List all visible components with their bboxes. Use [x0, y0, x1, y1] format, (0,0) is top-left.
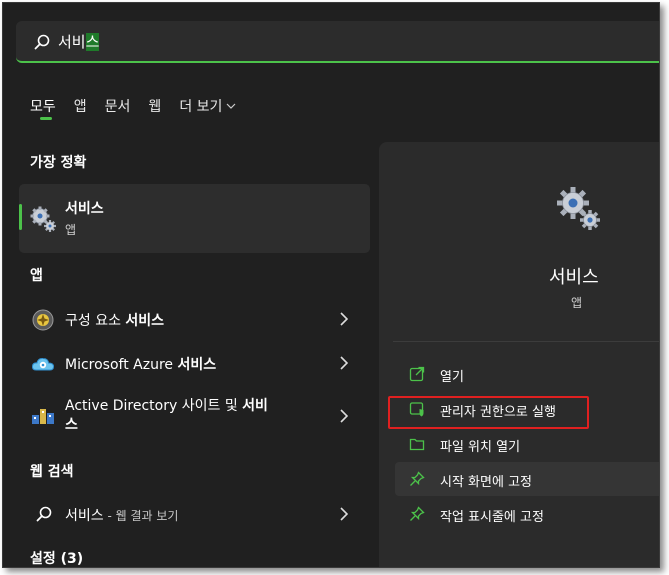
best-match-subtitle: 앱 [65, 223, 77, 237]
search-selected-text: 스 [85, 33, 100, 51]
folder-icon [409, 438, 425, 451]
chevron-down-icon [226, 103, 236, 109]
detail-panel: 서비스 앱 열기 관리자 권한으로 실행 파일 위치 열기 시작 화면에 고정 … [379, 142, 659, 567]
action-open[interactable]: 열기 [395, 357, 659, 391]
settings-header: 설정 (3) [30, 551, 84, 567]
detail-app-name: 서비스 [549, 267, 599, 288]
app-item-label: 구성 요소 서비스 [65, 313, 165, 329]
app-item-azure-services[interactable]: Microsoft Azure 서비스 [19, 343, 370, 383]
divider [393, 341, 659, 342]
pin-icon [410, 471, 425, 486]
pin-icon [410, 506, 425, 521]
search-icon [34, 34, 50, 50]
app-item-label: Microsoft Azure 서비스 [65, 357, 217, 373]
search-icon [36, 506, 52, 522]
start-search-window: 서비스 모두 앱 문서 웹 더 보기 가장 정확 서비스 앱 앱 구성 요소 서… [2, 2, 660, 568]
selection-indicator [19, 204, 22, 230]
tab-web[interactable]: 웹 [148, 91, 161, 121]
best-match-header: 가장 정확 [30, 155, 87, 171]
action-open-file-location[interactable]: 파일 위치 열기 [395, 427, 659, 461]
search-box[interactable]: 서비스 [16, 21, 659, 63]
tab-apps[interactable]: 앱 [74, 91, 87, 121]
web-search-item[interactable]: 서비스 - 웹 결과 보기 [19, 494, 370, 534]
best-match-title: 서비스 [65, 201, 104, 217]
azure-cloud-gear-icon [31, 357, 55, 371]
open-icon [409, 366, 425, 382]
active-directory-sites-icon [32, 409, 54, 424]
gears-icon [30, 206, 56, 232]
detail-app-type: 앱 [571, 296, 583, 310]
component-services-icon [32, 309, 54, 331]
best-match-item[interactable]: 서비스 앱 [19, 184, 370, 253]
filter-tabs: 모두 앱 문서 웹 더 보기 [30, 91, 254, 121]
tab-more[interactable]: 더 보기 [179, 91, 236, 121]
tab-all[interactable]: 모두 [30, 91, 56, 121]
tab-documents[interactable]: 문서 [105, 91, 131, 121]
chevron-right-icon[interactable] [340, 356, 348, 370]
annotation-highlight-box [388, 396, 589, 429]
action-pin-to-start[interactable]: 시작 화면에 고정 [395, 462, 659, 496]
gears-icon [557, 187, 600, 230]
chevron-right-icon[interactable] [340, 507, 348, 521]
action-pin-to-taskbar[interactable]: 작업 표시줄에 고정 [395, 497, 659, 531]
chevron-right-icon[interactable] [340, 312, 348, 326]
apps-header: 앱 [30, 268, 43, 284]
web-search-label: 서비스 - 웹 결과 보기 [65, 508, 179, 524]
app-item-component-services[interactable]: 구성 요소 서비스 [19, 299, 370, 339]
chevron-right-icon[interactable] [340, 409, 348, 423]
search-input[interactable]: 서비스 [58, 31, 100, 52]
app-item-label: Active Directory 사이트 및 서비 스 [65, 398, 268, 433]
app-item-ad-sites-services[interactable]: Active Directory 사이트 및 서비 스 [19, 391, 370, 439]
web-search-header: 웹 검색 [30, 464, 74, 480]
